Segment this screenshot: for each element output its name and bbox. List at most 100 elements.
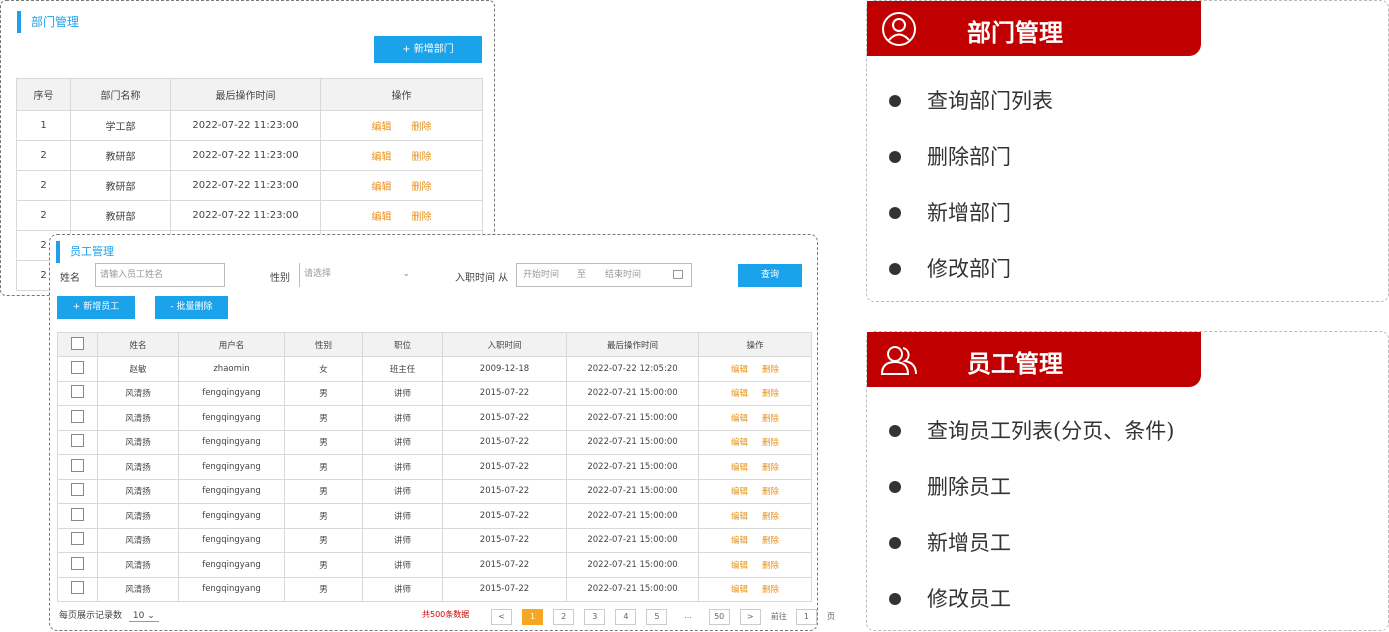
delete-link[interactable]: 删除 bbox=[762, 463, 779, 473]
delete-link[interactable]: 删除 bbox=[412, 212, 432, 223]
dept-actions: 编辑 删除 bbox=[320, 110, 483, 141]
page-button[interactable]: 50 bbox=[708, 608, 730, 625]
delete-link[interactable]: 删除 bbox=[762, 561, 779, 571]
page-button[interactable]: 3 bbox=[584, 608, 606, 625]
row-select-cell bbox=[57, 405, 98, 431]
delete-link[interactable]: 删除 bbox=[412, 182, 432, 193]
emp-entry-date: 2009-12-18 bbox=[442, 356, 567, 382]
row-checkbox[interactable] bbox=[71, 507, 84, 521]
edit-link[interactable]: 编辑 bbox=[731, 585, 748, 595]
edit-link[interactable]: 编辑 bbox=[731, 365, 748, 375]
edit-link[interactable]: 编辑 bbox=[372, 212, 392, 223]
emp-job: 讲师 bbox=[362, 527, 443, 553]
emp-name: 风清扬 bbox=[97, 478, 179, 504]
goto-suffix: 页 bbox=[827, 612, 836, 621]
page-size-select[interactable]: 10 ⌄ bbox=[128, 611, 159, 622]
emp-entry-date: 2015-07-22 bbox=[442, 380, 567, 406]
edit-link[interactable]: 编辑 bbox=[731, 512, 748, 522]
row-checkbox[interactable] bbox=[71, 385, 84, 399]
gender-select[interactable]: 请选择 ⌄ bbox=[299, 263, 414, 287]
edit-link[interactable]: 编辑 bbox=[372, 182, 392, 193]
row-checkbox[interactable] bbox=[71, 434, 84, 448]
edit-link[interactable]: 编辑 bbox=[731, 463, 748, 473]
emp-name: 赵敏 bbox=[97, 356, 179, 382]
row-checkbox[interactable] bbox=[71, 360, 84, 374]
goto-prefix: 前往 bbox=[770, 612, 787, 621]
feature-item: 查询部门列表 bbox=[889, 85, 1053, 115]
emp-actions: 编辑 删除 bbox=[698, 527, 812, 553]
feature-item: 新增员工 bbox=[889, 527, 1011, 557]
page-button[interactable]: 2 bbox=[553, 608, 575, 625]
delete-link[interactable]: 删除 bbox=[762, 389, 779, 399]
add-emp-button[interactable]: + 新增员工 bbox=[57, 296, 135, 319]
dept-row: 2 教研部 2022-07-22 11:23:00 编辑 删除 bbox=[16, 200, 483, 231]
emp-feature-card: 员工管理 查询员工列表(分页、条件) 删除员工 新增员工 修改员工 bbox=[866, 331, 1389, 631]
dept-row: 2 教研部 2022-07-22 11:23:00 编辑 删除 bbox=[16, 170, 483, 201]
delete-link[interactable]: 删除 bbox=[762, 414, 779, 424]
emp-actions: 编辑 删除 bbox=[698, 454, 812, 480]
emp-job: 讲师 bbox=[362, 405, 443, 431]
batch-delete-button[interactable]: - 批量删除 bbox=[155, 296, 228, 319]
feature-item: 新增部门 bbox=[889, 197, 1011, 227]
row-checkbox[interactable] bbox=[71, 581, 84, 595]
emp-name: 风清扬 bbox=[97, 503, 179, 529]
delete-link[interactable]: 删除 bbox=[762, 438, 779, 448]
emp-panel-title: 员工管理 bbox=[56, 241, 114, 263]
dept-row: 2 教研部 2022-07-22 11:23:00 编辑 删除 bbox=[16, 140, 483, 171]
row-select-cell bbox=[57, 503, 98, 529]
col-header: 最后操作时间 bbox=[566, 332, 699, 357]
emp-gender: 男 bbox=[284, 576, 363, 602]
emp-table: 姓名 用户名 性别 职位 入职时间 最后操作时间 操作 赵敏 zhaomin 女班主… bbox=[57, 332, 812, 602]
edit-link[interactable]: 编辑 bbox=[731, 438, 748, 448]
delete-link[interactable]: 删除 bbox=[762, 365, 779, 375]
col-header: 姓名 bbox=[97, 332, 179, 357]
emp-username: fengqingyang bbox=[178, 478, 285, 504]
name-search-input[interactable]: 请输入员工姓名 bbox=[95, 263, 225, 287]
select-all-checkbox[interactable] bbox=[71, 336, 84, 350]
delete-link[interactable]: 删除 bbox=[412, 152, 432, 163]
page-button[interactable]: 4 bbox=[615, 608, 637, 625]
add-dept-button[interactable]: + 新增部门 bbox=[374, 36, 482, 63]
edit-link[interactable]: 编辑 bbox=[372, 122, 392, 133]
next-page-button[interactable]: > bbox=[739, 608, 761, 625]
row-checkbox[interactable] bbox=[71, 483, 84, 497]
row-checkbox[interactable] bbox=[71, 409, 84, 423]
emp-job: 讲师 bbox=[362, 454, 443, 480]
query-button[interactable]: 查询 bbox=[738, 264, 802, 287]
feature-label: 新增部门 bbox=[927, 201, 1011, 225]
edit-link[interactable]: 编辑 bbox=[731, 487, 748, 497]
emp-username: fengqingyang bbox=[178, 503, 285, 529]
edit-link[interactable]: 编辑 bbox=[731, 561, 748, 571]
page-button[interactable]: 5 bbox=[646, 608, 668, 625]
prev-page-button[interactable]: < bbox=[491, 608, 512, 625]
edit-link[interactable]: 编辑 bbox=[372, 152, 392, 163]
row-checkbox[interactable] bbox=[71, 458, 84, 472]
date-end: 结束时间 bbox=[605, 270, 642, 280]
emp-row: 赵敏 zhaomin 女班主任 2009-12-18 2022-07-22 12:05:… bbox=[57, 356, 812, 382]
feature-label: 查询员工列表(分页、条件) bbox=[927, 419, 1175, 443]
edit-link[interactable]: 编辑 bbox=[731, 536, 748, 546]
col-header: 入职时间 bbox=[442, 332, 567, 357]
date-range-picker[interactable]: 开始时间 至 结束时间 bbox=[516, 263, 692, 287]
row-checkbox[interactable] bbox=[71, 532, 84, 546]
row-checkbox[interactable] bbox=[71, 556, 84, 570]
emp-updated: 2022-07-21 15:00:00 bbox=[566, 380, 699, 406]
edit-link[interactable]: 编辑 bbox=[731, 389, 748, 399]
page-size-control: 每页展示记录数 10 ⌄ bbox=[59, 608, 159, 622]
dept-actions: 编辑 删除 bbox=[320, 140, 483, 171]
delete-link[interactable]: 删除 bbox=[412, 122, 432, 133]
delete-link[interactable]: 删除 bbox=[762, 585, 779, 595]
edit-link[interactable]: 编辑 bbox=[731, 414, 748, 424]
emp-entry-date: 2015-07-22 bbox=[442, 454, 567, 480]
page-button[interactable]: 1 bbox=[522, 608, 544, 625]
dept-name: 教研部 bbox=[70, 170, 171, 201]
delete-link[interactable]: 删除 bbox=[762, 487, 779, 497]
emp-entry-date: 2015-07-22 bbox=[442, 552, 567, 578]
goto-page-input[interactable]: 1 bbox=[795, 608, 817, 625]
emp-gender: 男 bbox=[284, 527, 363, 553]
emp-entry-date: 2015-07-22 bbox=[442, 478, 567, 504]
delete-link[interactable]: 删除 bbox=[762, 536, 779, 546]
emp-job: 班主任 bbox=[362, 356, 443, 382]
dept-no: 2 bbox=[16, 170, 71, 201]
delete-link[interactable]: 删除 bbox=[762, 512, 779, 522]
